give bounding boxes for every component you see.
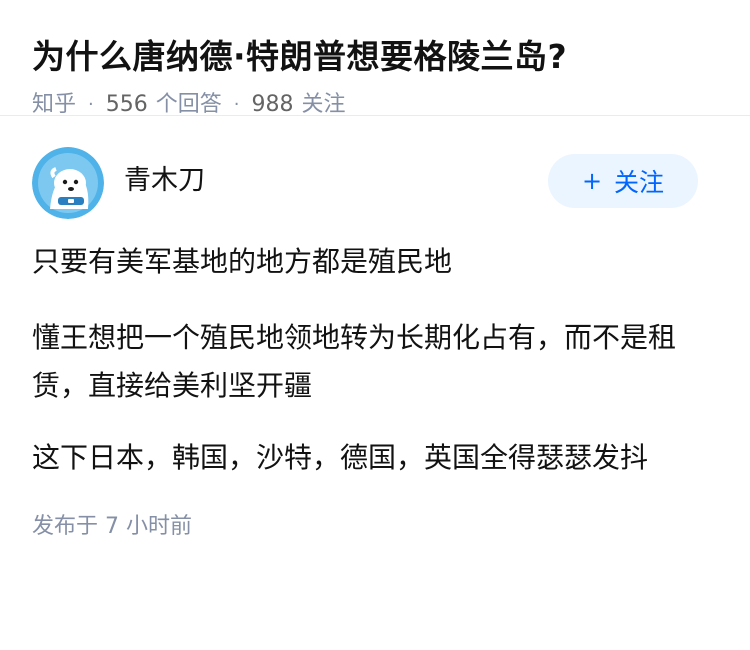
plus-icon: + [581, 167, 603, 195]
follow-button[interactable]: + 关注 [548, 154, 698, 208]
avatar-illustration [32, 147, 104, 219]
publish-time: 发布于 7 小时前 [32, 514, 192, 539]
answer-count-label: 个回答 [155, 92, 222, 117]
answer-paragraph: 只要有美军基地的地方都是殖民地 [32, 245, 453, 278]
author-row: 青木刀 + 关注 [32, 146, 718, 220]
answer-content: 只要有美军基地的地方都是殖民地 懂王想把一个殖民地领地转为长期化占有，而不是租赁… [32, 238, 718, 482]
avatar[interactable] [32, 147, 104, 219]
author-name[interactable]: 青木刀 [124, 158, 205, 197]
question-title[interactable]: 为什么唐纳德·特朗普想要格陵兰岛? [32, 34, 718, 80]
answer-paragraph: 这下日本，韩国，沙特，德国，英国全得瑟瑟发抖 [32, 441, 649, 474]
follow-button-label: 关注 [614, 168, 665, 197]
answer-count: 556 [105, 92, 148, 117]
question-header: 为什么唐纳德·特朗普想要格陵兰岛? 知乎 · 556 个回答 · 988 关注 [0, 0, 750, 117]
follower-count-label: 关注 [301, 92, 346, 117]
separator-dot: · [233, 94, 240, 115]
answer-card: 青木刀 + 关注 只要有美军基地的地方都是殖民地 懂王想把一个殖民地领地转为长期… [0, 146, 750, 540]
question-meta: 知乎 · 556 个回答 · 988 关注 [32, 90, 718, 120]
answer-paragraph: 懂王想把一个殖民地领地转为长期化占有，而不是租赁，直接给美利坚开疆 [32, 321, 677, 402]
separator-dot: · [88, 94, 94, 115]
follower-count: 988 [251, 92, 294, 117]
source-label[interactable]: 知乎 [32, 90, 76, 120]
